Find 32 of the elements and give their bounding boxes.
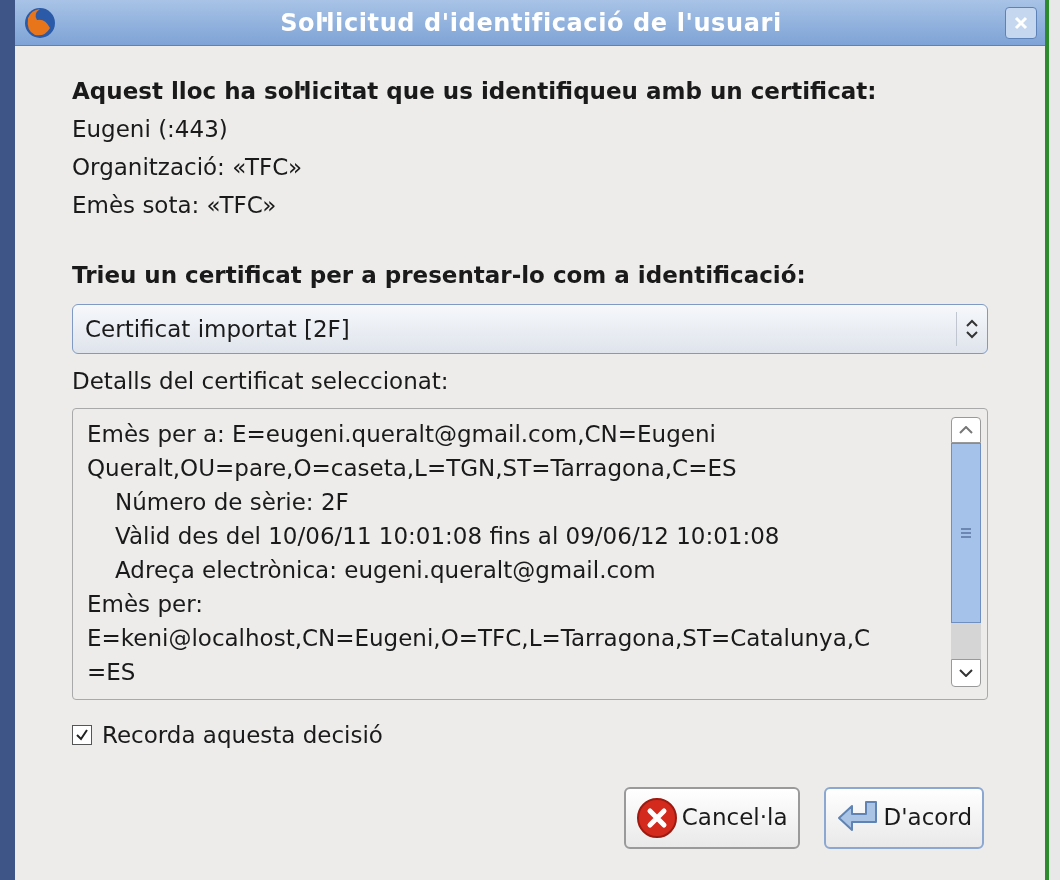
window-title: Soŀlicitud d'identificació de l'usuari bbox=[279, 7, 783, 39]
browser-logo-icon bbox=[23, 5, 57, 40]
details-label: Detalls del certificat seleccionat: bbox=[72, 367, 450, 396]
close-button[interactable] bbox=[1005, 6, 1037, 39]
detail-line: E=keni@localhost,CN=Eugeni,O=TFC,L=Tarragona,ST=Catalunya,C bbox=[87, 624, 872, 653]
cancel-icon bbox=[635, 796, 678, 839]
checkmark-icon bbox=[75, 728, 89, 743]
scroll-down-button[interactable] bbox=[951, 659, 981, 687]
cancel-button[interactable]: Cancel·la bbox=[623, 786, 800, 849]
scrollbar-thumb[interactable] bbox=[951, 443, 981, 623]
grip-icon bbox=[961, 528, 971, 538]
request-info: Emès sota: «TFC» bbox=[72, 191, 278, 220]
detail-line: Número de sèrie: 2F bbox=[114, 488, 350, 517]
detail-line: Queralt,OU=pare,O=caseta,L=TGN,ST=Tarragona,C=ES bbox=[87, 454, 738, 483]
request-heading: Aquest lloc ha soŀlicitat que us identifiqueu amb un certificat: bbox=[72, 77, 878, 106]
ok-button[interactable]: D'acord bbox=[823, 786, 984, 849]
remember-checkbox[interactable] bbox=[72, 725, 92, 746]
updown-chevron-icon bbox=[965, 318, 979, 340]
close-icon bbox=[1013, 14, 1029, 31]
detail-line: Emès per a: E=eugeni.queralt@gmail.com,CN=Eugeni bbox=[87, 420, 717, 449]
scroll-up-button[interactable] bbox=[951, 417, 981, 443]
certificate-select[interactable]: Certificat importat [2F] bbox=[72, 304, 988, 354]
detail-line: =ES bbox=[87, 658, 137, 687]
detail-line: Emès per: bbox=[87, 590, 204, 619]
request-info: Organització: «TFC» bbox=[72, 153, 303, 182]
scroll-up-icon bbox=[959, 426, 973, 434]
request-info: Eugeni (:443) bbox=[72, 115, 229, 144]
detail-line: Adreça electrònica: eugeni.queralt@gmail.com bbox=[114, 556, 657, 585]
choose-heading: Trieu un certificat per a presentar-lo com a identificació: bbox=[72, 261, 807, 290]
remember-label: Recorda aquesta decisió bbox=[102, 721, 383, 750]
scroll-down-icon bbox=[959, 669, 973, 677]
detail-line: Vàlid des del 10/06/11 10:01:08 fins al 09/06/12 10:01:08 bbox=[114, 522, 781, 551]
